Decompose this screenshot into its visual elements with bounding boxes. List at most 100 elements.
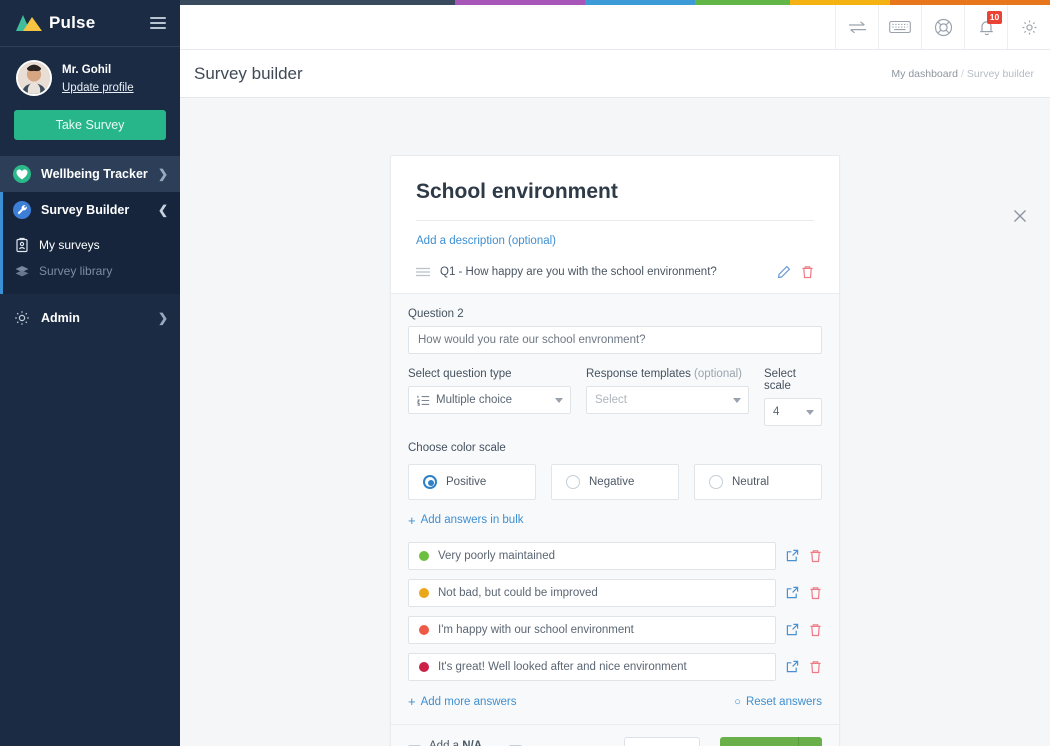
breadcrumb-current: Survey builder [966,67,1034,80]
answer-text[interactable]: I'm happy with our school environment [438,624,765,636]
save-dropdown-button[interactable] [798,736,822,746]
list-ordered-icon [417,394,430,407]
page-header: Survey builder My dashboard / Survey build… [180,50,1050,98]
main-area: 10 Survey builder My dashboard / Survey bu… [180,0,1050,746]
response-templates-placeholder: Select [595,394,627,406]
answer-row: It's great! Well looked after and nice e… [408,652,822,681]
add-more-answers-link[interactable]: + Add more answers [408,695,517,708]
sidebar-item-label: Admin [41,311,80,325]
radio-icon[interactable] [566,475,580,489]
pencil-icon[interactable] [777,265,791,279]
external-link-icon[interactable] [786,586,799,599]
radio-icon[interactable] [709,475,723,489]
add-description-link[interactable]: Add a description (optional) [416,235,556,247]
bell-icon[interactable]: 10 [964,5,1007,49]
sidebar-item-admin[interactable]: Admin ❯ [0,300,180,336]
avatar[interactable] [16,60,52,96]
brand-logo[interactable]: Pulse [16,13,95,33]
answer-input-wrap[interactable]: Very poorly maintained [408,541,776,570]
question-settings-row: Select question type Multiple choice Res… [408,368,822,426]
reset-answers-link[interactable]: ○ Reset answers [734,696,822,708]
editor-footer: Add a N/A response Mandatory Cancel Save [391,723,839,746]
add-answers-in-bulk-link[interactable]: + Add answers in bulk [408,514,524,527]
brand-name: Pulse [49,13,96,32]
hamburger-icon[interactable] [150,17,166,29]
transfer-arrows-icon[interactable] [835,5,878,49]
top-toolbar: 10 [180,5,1050,50]
survey-title: School environment [416,180,814,221]
answer-text[interactable]: It's great! Well looked after and nice e… [438,661,765,673]
mountain-logo-icon [16,14,42,32]
answer-text[interactable]: Not bad, but could be improved [438,587,765,599]
external-link-icon[interactable] [786,660,799,673]
color-scale-option-label: Negative [589,476,635,488]
sidebar-item-my-surveys[interactable]: My surveys [0,232,180,258]
trash-icon[interactable] [809,549,822,563]
reset-answers-label: Reset answers [745,695,822,708]
clipboard-user-icon [14,237,30,253]
na-response-checkbox[interactable]: Add a N/A response [408,740,489,746]
scale-select[interactable]: 4 [764,398,822,426]
answer-row: Not bad, but could be improved [408,578,822,607]
sidebar-item-wellbeing-tracker[interactable]: Wellbeing Tracker ❯ [0,156,180,192]
drag-handle-icon[interactable] [416,267,430,277]
take-survey-button[interactable]: Take Survey [14,110,166,140]
update-profile-link[interactable]: Update profile [62,80,134,96]
add-more-answers-label: Add more answers [420,695,517,708]
caret-down-icon [555,397,563,403]
answer-text[interactable]: Very poorly maintained [438,550,765,562]
question-type-label: Select question type [408,368,512,380]
trash-icon[interactable] [801,265,814,279]
life-ring-icon[interactable] [921,5,964,49]
trash-icon[interactable] [809,623,822,637]
cancel-button[interactable]: Cancel [623,736,700,746]
close-icon[interactable] [1012,208,1030,226]
response-templates-select[interactable]: Select [586,386,749,414]
sidebar-subnav-survey-builder: My surveys Survey library [0,228,180,294]
trash-icon[interactable] [809,586,822,600]
answer-input-wrap[interactable]: It's great! Well looked after and nice e… [408,652,776,681]
answer-row: I'm happy with our school environment [408,615,822,644]
color-scale-option-positive[interactable]: Positive [408,464,536,500]
answer-row: Very poorly maintained [408,541,822,570]
keyboard-icon[interactable] [878,5,921,49]
sidebar-subitem-label: Survey library [39,264,113,278]
answer-color-dot [419,661,429,672]
question-list-item-q1[interactable]: Q1 - How happy are you with the school e… [416,265,814,293]
color-scale-option-negative[interactable]: Negative [551,464,679,500]
question-type-select[interactable]: Multiple choice [408,386,571,414]
caret-down-icon [733,397,741,403]
external-link-icon[interactable] [786,623,799,636]
sidebar-item-survey-library[interactable]: Survey library [0,258,180,284]
add-answers-in-bulk-label: Add answers in bulk [420,514,524,526]
page-title: Survey builder [194,63,303,83]
save-button-group: Save [719,736,822,746]
breadcrumb-root[interactable]: My dashboard [891,68,958,80]
external-link-icon[interactable] [786,549,799,562]
save-button[interactable]: Save [719,736,798,746]
question-text-input[interactable] [408,326,822,354]
survey-card: School environment Add a description (op… [390,155,840,746]
sidebar-item-survey-builder[interactable]: Survey Builder ❮ [0,192,180,228]
response-templates-label-text: Response templates [586,368,691,380]
scale-label: Select scale [764,368,796,392]
trash-icon[interactable] [809,660,822,674]
gear-icon[interactable] [1007,5,1050,49]
profile-block: Mr. Gohil Update profile [0,47,180,96]
na-response-label: Add a N/A response [429,739,483,746]
profile-name: Mr. Gohil [62,64,112,76]
answer-input-wrap[interactable]: I'm happy with our school environment [408,615,776,644]
chevron-right-icon: ❯ [157,167,168,181]
question-editor-panel: Question 2 Select question type [391,293,839,746]
answer-color-dot [419,550,429,561]
heart-circle-icon [12,164,32,184]
caret-down-icon [806,409,814,415]
chevron-right-icon: ❯ [157,311,168,325]
color-scale-option-neutral[interactable]: Neutral [694,464,822,500]
sidebar: Pulse Mr. Gohil Update profile Take Surv… [0,0,180,746]
question-number-label: Question 2 [408,308,464,320]
breadcrumb-separator: / [960,67,964,80]
answer-input-wrap[interactable]: Not bad, but could be improved [408,578,776,607]
radio-icon[interactable] [423,475,437,489]
wrench-circle-icon [12,200,32,220]
